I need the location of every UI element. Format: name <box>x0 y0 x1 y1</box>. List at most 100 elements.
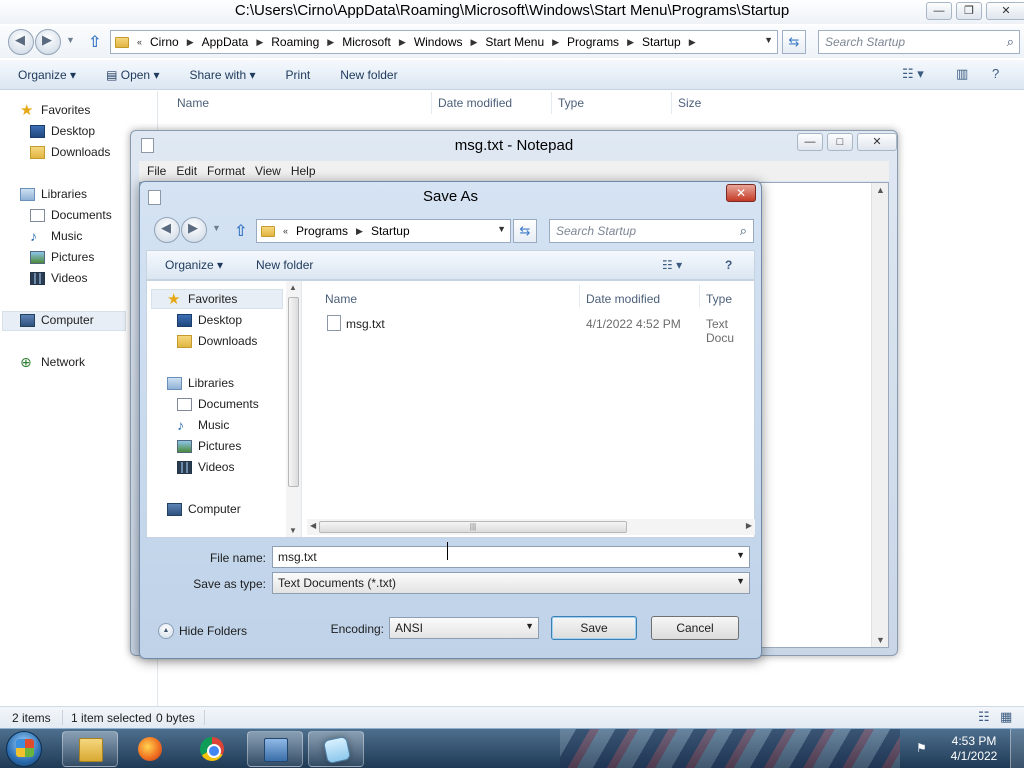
nav-item-pictures[interactable]: Pictures <box>177 439 241 453</box>
nav-vertical-scrollbar[interactable]: ▲ ▼ <box>286 281 301 537</box>
file-list-horizontal-scrollbar[interactable]: ◀ ||| ▶ <box>307 519 755 535</box>
scroll-up-icon[interactable]: ▲ <box>876 185 885 195</box>
breadcrumb-item[interactable]: Programs <box>296 224 348 238</box>
help-icon[interactable]: ? <box>725 258 732 272</box>
breadcrumb-separator-icon[interactable]: ▶ <box>552 37 559 48</box>
address-dropdown-icon[interactable]: ▼ <box>764 35 773 45</box>
nav-item-downloads[interactable]: Downloads <box>30 145 110 159</box>
column-header-type[interactable]: Type <box>558 96 584 110</box>
forward-button[interactable]: ▶ <box>35 29 61 55</box>
menu-view[interactable]: View <box>255 164 281 178</box>
menu-format[interactable]: Format <box>207 164 245 178</box>
encoding-select[interactable]: ANSI ▼ <box>389 617 539 639</box>
breadcrumb-item[interactable]: Startup <box>642 35 681 49</box>
organize-menu[interactable]: Organize ▾ <box>165 258 223 272</box>
nav-item-favorites[interactable]: ★ Favorites <box>167 292 237 307</box>
breadcrumb-separator-icon[interactable]: ▶ <box>327 37 334 48</box>
nav-item-libraries[interactable]: Libraries <box>167 376 234 390</box>
large-icons-view-icon[interactable]: ▦ <box>1000 709 1012 725</box>
column-header-name[interactable]: Name <box>177 96 209 110</box>
nav-item-desktop[interactable]: Desktop <box>177 313 242 327</box>
breadcrumb-overflow-icon[interactable]: « <box>137 37 142 47</box>
column-header-date-modified[interactable]: Date modified <box>586 292 660 306</box>
open-menu[interactable]: ▤ Open ▾ <box>106 68 159 82</box>
address-dropdown-icon[interactable]: ▼ <box>497 224 506 234</box>
save-button[interactable]: Save <box>551 616 637 640</box>
nav-item-libraries[interactable]: Libraries <box>20 187 87 201</box>
breadcrumb-item[interactable]: Windows <box>414 35 463 49</box>
scroll-down-icon[interactable]: ▼ <box>289 526 297 535</box>
nav-item-desktop[interactable]: Desktop <box>30 124 95 138</box>
nav-item-favorites[interactable]: ★ Favorites <box>20 103 90 118</box>
chevron-down-icon[interactable]: ▼ <box>736 550 745 560</box>
forward-button[interactable]: ▶ <box>181 217 207 243</box>
breadcrumb-overflow-icon[interactable]: « <box>283 226 288 236</box>
search-icon[interactable]: ⌕ <box>1007 34 1014 50</box>
column-header-date-modified[interactable]: Date modified <box>438 96 512 110</box>
scroll-thumb[interactable]: ||| <box>319 521 627 533</box>
menu-file[interactable]: File <box>147 164 166 178</box>
share-with-menu[interactable]: Share with ▾ <box>189 68 255 82</box>
minimize-button[interactable]: — <box>797 133 823 151</box>
hide-folders-button[interactable]: ▲ Hide Folders <box>158 623 247 639</box>
explorer-search-input[interactable]: Search Startup ⌕ <box>818 30 1020 54</box>
up-arrow-icon[interactable]: ⇧ <box>88 32 101 52</box>
column-header-type[interactable]: Type <box>706 292 732 306</box>
taskbar-app-notepad[interactable] <box>308 731 364 767</box>
nav-item-music[interactable]: ♪ Music <box>177 418 229 433</box>
maximize-button[interactable]: □ <box>827 133 853 151</box>
scroll-up-icon[interactable]: ▲ <box>289 283 297 292</box>
new-folder-button[interactable]: New folder <box>340 68 397 82</box>
file-name[interactable]: msg.txt <box>346 317 385 331</box>
close-button[interactable]: ✕ <box>726 184 756 202</box>
explorer-address-bar[interactable]: « Cirno ▶ AppData ▶ Roaming ▶ Microsoft ▶ Wi… <box>110 30 778 54</box>
up-arrow-icon[interactable]: ⇧ <box>234 221 247 241</box>
breadcrumb-item[interactable]: Roaming <box>271 35 319 49</box>
nav-item-downloads[interactable]: Downloads <box>177 334 257 348</box>
scroll-thumb[interactable] <box>288 297 299 487</box>
nav-item-videos[interactable]: Videos <box>177 460 234 474</box>
nav-item-computer[interactable]: Computer <box>20 313 94 327</box>
breadcrumb-item[interactable]: Programs <box>567 35 619 49</box>
scroll-left-icon[interactable]: ◀ <box>310 521 316 530</box>
chevron-down-icon[interactable]: ▼ <box>736 576 745 586</box>
menu-edit[interactable]: Edit <box>176 164 197 178</box>
notepad-vertical-scrollbar[interactable]: ▲ ▼ <box>871 183 888 647</box>
nav-item-music[interactable]: ♪ Music <box>30 229 82 244</box>
breadcrumb-item[interactable]: Cirno <box>150 35 179 49</box>
taskbar-clock[interactable]: 4:53 PM 4/1/2022 <box>944 734 1004 764</box>
back-button[interactable]: ◀ <box>154 217 180 243</box>
organize-menu[interactable]: Organize ▾ <box>18 68 76 82</box>
start-button[interactable] <box>6 731 42 767</box>
breadcrumb-item[interactable]: Startup <box>371 224 410 238</box>
details-view-icon[interactable]: ☷ <box>978 709 990 725</box>
close-button[interactable]: ✕ <box>857 133 897 151</box>
breadcrumb-separator-icon[interactable]: ▶ <box>471 37 478 48</box>
print-button[interactable]: Print <box>286 68 311 82</box>
nav-item-network[interactable]: ⊕ Network <box>20 355 85 370</box>
dialog-address-bar[interactable]: « Programs ▶ Startup ▼ <box>256 219 511 243</box>
show-desktop-button[interactable] <box>1010 729 1024 768</box>
nav-item-documents[interactable]: Documents <box>177 397 259 411</box>
menu-help[interactable]: Help <box>291 164 316 178</box>
nav-item-computer[interactable]: Computer <box>167 502 241 516</box>
breadcrumb-separator-icon[interactable]: ▶ <box>399 37 406 48</box>
view-options-icon[interactable]: ☷ ▾ <box>902 66 924 82</box>
refresh-button[interactable]: ⇆ <box>782 30 806 54</box>
breadcrumb-item[interactable]: Microsoft <box>342 35 391 49</box>
breadcrumb-separator-icon[interactable]: ▶ <box>689 37 696 48</box>
file-name-input[interactable]: msg.txt ▼ <box>272 546 750 568</box>
nav-item-pictures[interactable]: Pictures <box>30 250 94 264</box>
recent-pages-dropdown-icon[interactable]: ▼ <box>66 35 75 45</box>
breadcrumb-item[interactable]: AppData <box>202 35 249 49</box>
cancel-button[interactable]: Cancel <box>651 616 739 640</box>
save-as-type-select[interactable]: Text Documents (*.txt) ▼ <box>272 572 750 594</box>
action-center-flag-icon[interactable]: ⚑ <box>916 741 930 755</box>
scroll-right-icon[interactable]: ▶ <box>746 521 752 530</box>
chevron-down-icon[interactable]: ▼ <box>525 621 534 631</box>
minimize-button[interactable]: — <box>926 2 952 20</box>
dialog-search-input[interactable]: Search Startup ⌕ <box>549 219 754 243</box>
breadcrumb-separator-icon[interactable]: ▶ <box>187 37 194 48</box>
search-icon[interactable]: ⌕ <box>740 223 747 239</box>
back-button[interactable]: ◀ <box>8 29 34 55</box>
